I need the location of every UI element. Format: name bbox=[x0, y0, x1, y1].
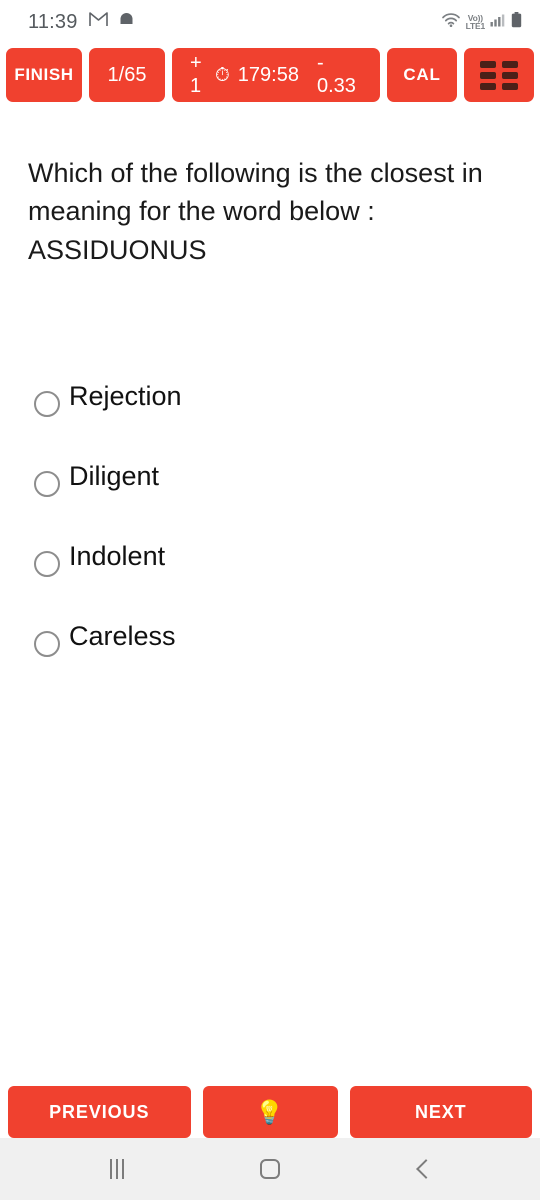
option-label: Diligent bbox=[69, 460, 160, 491]
timer-panel[interactable]: + 1 ⏱ 179:58 - 0.33 bbox=[172, 48, 380, 102]
battery-icon bbox=[511, 11, 522, 33]
timer-value: 179:58 bbox=[237, 63, 299, 86]
notification-icon bbox=[119, 12, 134, 32]
recents-icon bbox=[109, 1159, 124, 1179]
status-clock: 11:39 bbox=[28, 10, 78, 33]
question-palette-button[interactable] bbox=[464, 48, 534, 102]
next-button[interactable]: NEXT bbox=[349, 1086, 532, 1138]
stopwatch-icon: ⏱ bbox=[214, 64, 230, 86]
option-row[interactable]: Diligent bbox=[34, 419, 512, 499]
lightbulb-icon: 💡 bbox=[255, 1098, 285, 1125]
exam-toolbar: FINISH 1/65 + 1 ⏱ 179:58 - 0.33 CAL bbox=[0, 44, 540, 108]
option-row[interactable]: Rejection bbox=[34, 339, 512, 419]
radio-button-icon[interactable] bbox=[34, 470, 60, 497]
option-row[interactable]: Indolent bbox=[34, 499, 512, 579]
home-icon bbox=[259, 1159, 280, 1179]
option-label: Rejection bbox=[69, 380, 182, 411]
back-icon bbox=[415, 1159, 436, 1179]
finish-button[interactable]: FINISH bbox=[6, 48, 82, 102]
radio-button-icon[interactable] bbox=[34, 390, 60, 417]
signal-bars-icon bbox=[490, 13, 506, 32]
option-row[interactable]: Careless bbox=[34, 579, 512, 659]
gmail-icon bbox=[88, 12, 108, 32]
android-status-bar: 11:39 Vo)) LTE1 bbox=[0, 0, 540, 44]
question-counter[interactable]: 1/65 bbox=[89, 48, 165, 102]
volte-indicator: Vo)) LTE1 bbox=[465, 13, 486, 31]
radio-button-icon[interactable] bbox=[34, 550, 60, 577]
hint-button[interactable]: 💡 bbox=[202, 1086, 338, 1138]
volte-line-2: LTE1 bbox=[465, 21, 486, 31]
negative-marks: - 0.33 bbox=[316, 52, 356, 97]
question-content: Which of the following is the closest in… bbox=[0, 154, 540, 659]
wifi-icon bbox=[441, 12, 461, 33]
status-bar-left: 11:39 bbox=[28, 11, 134, 34]
question-text: Which of the following is the closest in… bbox=[28, 158, 483, 265]
calculator-button[interactable]: CAL bbox=[387, 48, 457, 102]
options-list: Rejection Diligent Indolent Careless bbox=[28, 339, 512, 659]
grid-menu-icon bbox=[480, 60, 518, 90]
navigation-action-bar: PREVIOUS 💡 NEXT bbox=[0, 1086, 540, 1138]
radio-button-icon[interactable] bbox=[34, 630, 60, 657]
positive-marks: + 1 bbox=[190, 52, 202, 97]
back-button[interactable] bbox=[393, 1149, 453, 1189]
android-nav-bar bbox=[0, 1138, 540, 1200]
option-label: Careless bbox=[69, 620, 176, 651]
recents-button[interactable] bbox=[87, 1149, 147, 1189]
option-label: Indolent bbox=[69, 540, 166, 571]
status-bar-right: Vo)) LTE1 bbox=[441, 11, 522, 33]
home-button[interactable] bbox=[240, 1149, 300, 1189]
previous-button[interactable]: PREVIOUS bbox=[8, 1086, 191, 1138]
